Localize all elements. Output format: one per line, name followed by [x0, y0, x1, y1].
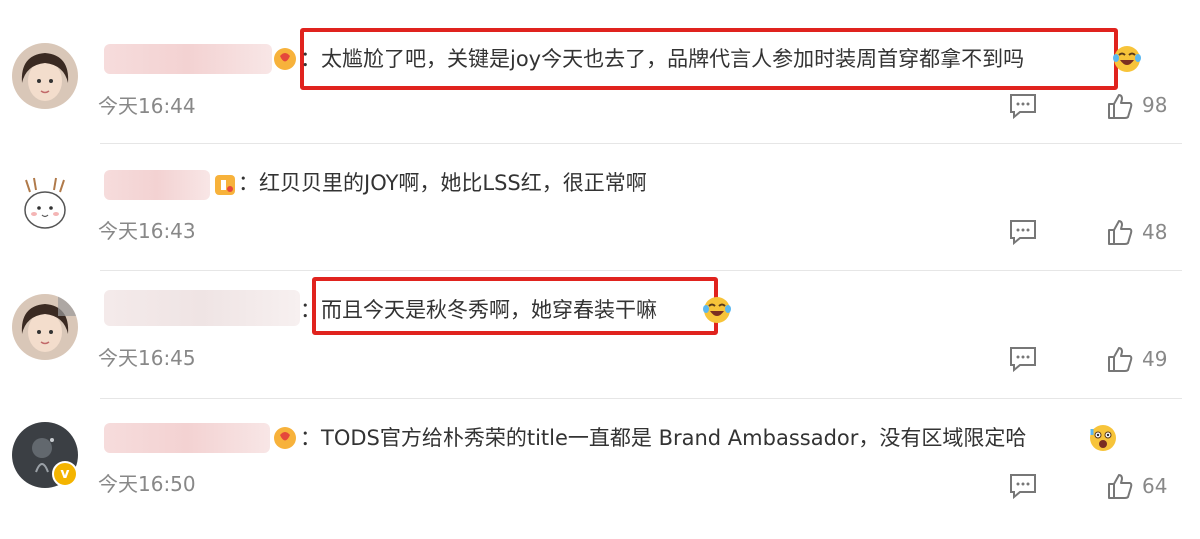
like-icon[interactable]	[1106, 472, 1134, 500]
avatar[interactable]	[12, 294, 78, 360]
username-blurred[interactable]	[104, 423, 270, 453]
verified-badge: v	[52, 461, 78, 487]
timestamp: 今天16:50	[98, 472, 196, 496]
timestamp: 今天16:43	[98, 219, 196, 243]
timestamp: 今天16:45	[98, 346, 196, 370]
like-icon[interactable]	[1106, 218, 1134, 246]
scared-emoji	[1090, 425, 1116, 451]
like-count: 48	[1142, 220, 1168, 244]
username-blurred[interactable]	[104, 290, 300, 326]
divider	[100, 270, 1182, 271]
avatar[interactable]	[12, 170, 78, 236]
divider	[100, 398, 1182, 399]
comment-text: ：而且今天是秋冬秀啊，她穿春装干嘛	[300, 298, 657, 322]
reply-icon[interactable]	[1008, 345, 1038, 373]
like-icon[interactable]	[1106, 345, 1134, 373]
laugh-cry-emoji	[703, 297, 731, 323]
fan-badge-icon	[215, 175, 235, 195]
reply-icon[interactable]	[1008, 472, 1038, 500]
fan-badge-icon	[274, 427, 296, 449]
divider	[100, 143, 1182, 144]
like-count: 64	[1142, 474, 1168, 498]
comment-item: v ：TODS官方给朴秀荣的title一直都是 Brand Ambassador…	[0, 0, 1200, 500]
reply-icon[interactable]	[1008, 218, 1038, 246]
comment-text: ：红贝贝里的JOY啊，她比LSS红，很正常啊	[238, 171, 647, 195]
username-blurred[interactable]	[104, 170, 210, 200]
like-count: 49	[1142, 347, 1168, 371]
comment-text: ：TODS官方给朴秀荣的title一直都是 Brand Ambassador，没…	[300, 426, 1027, 450]
